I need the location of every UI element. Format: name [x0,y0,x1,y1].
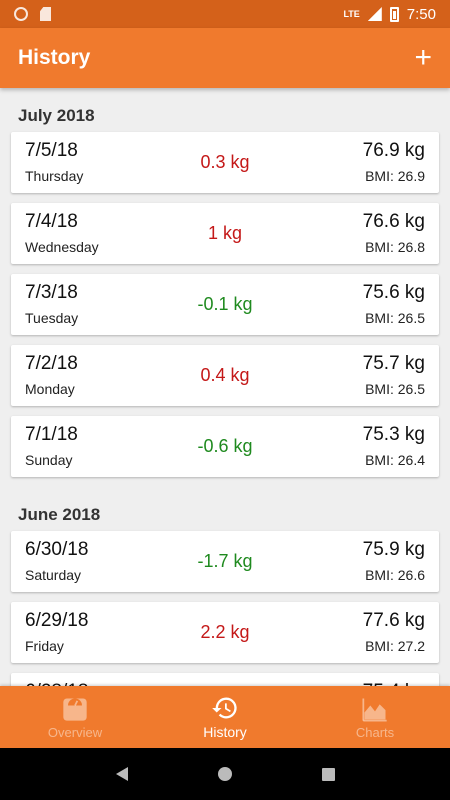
signal-icon [367,7,382,21]
history-entry[interactable]: 7/2/18 Monday 0.4 kg 75.7 kg BMI: 26.5 [11,345,439,406]
entry-bmi: BMI: 26.9 [365,168,425,184]
entry-bmi: BMI: 26.5 [365,381,425,397]
nav-item-overview[interactable]: Overview [0,686,150,748]
history-entry[interactable]: 7/1/18 Sunday -0.6 kg 75.3 kg BMI: 26.4 [11,416,439,477]
network-type: LTE [343,9,360,19]
history-entry[interactable]: 6/29/18 Friday 2.2 kg 77.6 kg BMI: 27.2 [11,602,439,663]
history-entry[interactable]: 7/4/18 Wednesday 1 kg 76.6 kg BMI: 26.8 [11,203,439,264]
history-icon [212,697,237,719]
system-navigation-bar [0,748,450,800]
entry-weight: 75.6 kg [362,282,425,303]
history-entry[interactable]: 7/3/18 Tuesday -0.1 kg 75.6 kg BMI: 26.5 [11,274,439,335]
entry-weight: 77.6 kg [362,610,425,631]
history-entry[interactable]: 6/30/18 Saturday -1.7 kg 75.9 kg BMI: 26.6 [11,531,439,592]
app-bar: History + [0,28,450,88]
entry-bmi: BMI: 27.2 [365,638,425,654]
history-list[interactable]: July 2018 7/5/18 Thursday 0.3 kg 76.9 kg BMI:… [0,88,450,686]
bottom-navigation: Overview History Charts [0,686,450,748]
entry-weight: 75.3 kg [362,424,425,445]
nav-item-history[interactable]: History [150,686,300,748]
back-icon[interactable] [115,767,128,781]
nav-label-charts: Charts [355,724,395,740]
sd-card-icon [40,7,51,21]
notification-icon [14,7,28,21]
recents-icon[interactable] [321,767,335,781]
section-header: July 2018 [18,106,95,125]
entry-bmi: BMI: 26.8 [365,239,425,255]
history-entry[interactable]: 6/28/1875.4 kg [11,673,439,686]
scale-icon [63,698,87,721]
nav-label-overview: Overview [47,724,103,740]
clock: 7:50 [406,5,436,23]
entry-weight: 75.7 kg [362,353,425,374]
section-header: June 2018 [18,505,101,524]
nav-label-history: History [203,724,247,740]
nav-item-charts[interactable]: Charts [300,686,450,748]
page-title: History [18,46,91,69]
entry-bmi: BMI: 26.6 [365,567,425,583]
entry-bmi: BMI: 26.5 [365,310,425,326]
history-entry[interactable]: 7/5/18 Thursday 0.3 kg 76.9 kg BMI: 26.9 [11,132,439,193]
entry-weight: 76.9 kg [362,140,425,161]
entry-bmi: BMI: 26.4 [365,452,425,468]
entry-weight: 75.9 kg [362,539,425,560]
add-entry-button[interactable]: + [414,43,432,73]
home-icon[interactable] [217,767,232,781]
area-chart-icon [362,698,387,722]
entry-weight: 76.6 kg [362,211,425,232]
status-bar: LTE 7:50 [0,0,450,28]
battery-icon [389,6,399,22]
